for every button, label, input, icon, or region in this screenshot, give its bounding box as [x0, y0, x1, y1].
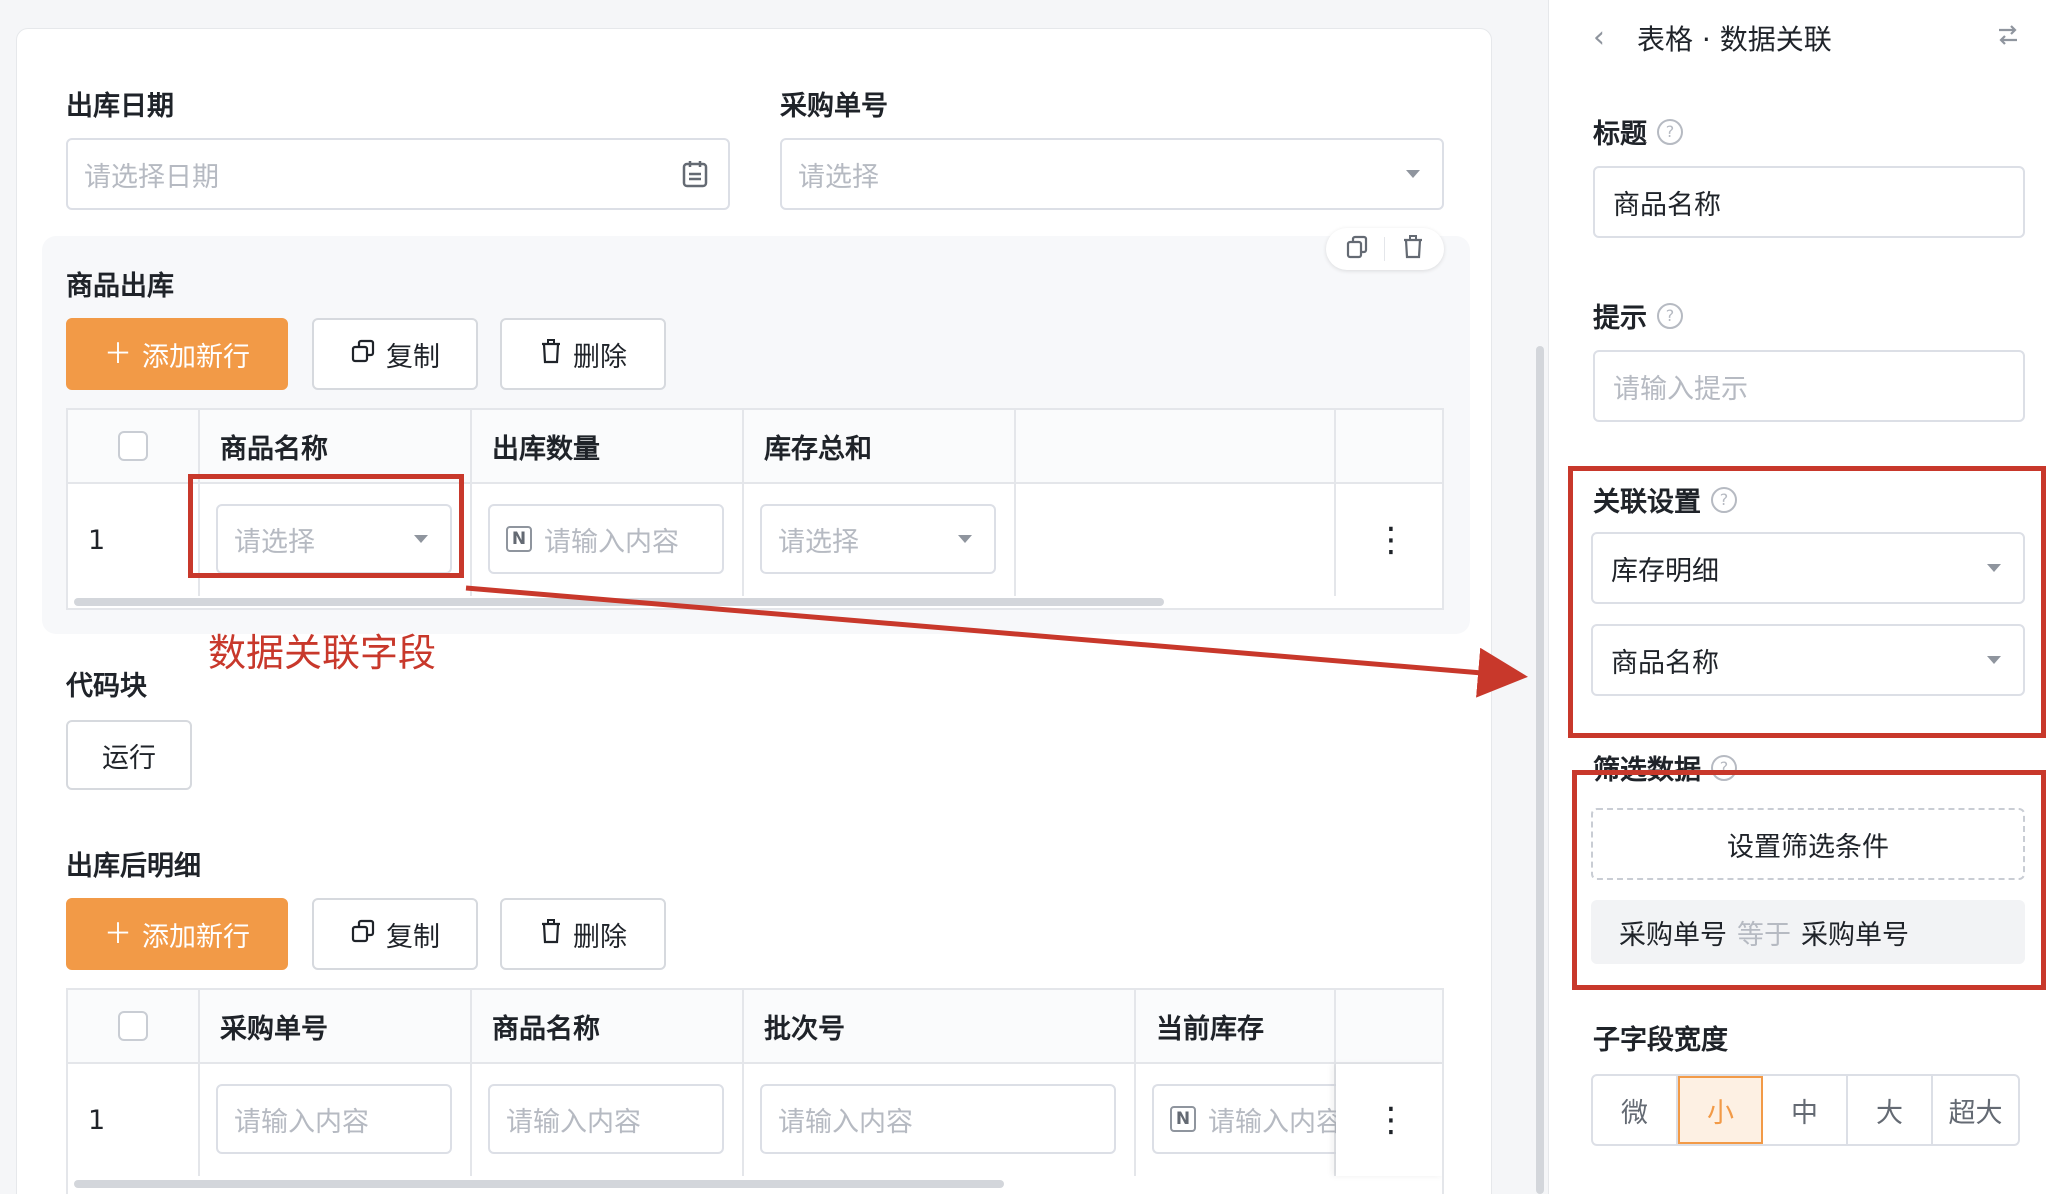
column-header: 采购单号 [200, 990, 472, 1064]
vertical-scrollbar[interactable] [1536, 346, 1544, 1194]
annotation-relation-box [1568, 466, 2046, 738]
help-icon[interactable]: ? [1657, 118, 1683, 145]
delete-row-button[interactable]: 删除 [500, 898, 666, 970]
plus-icon: ＋ [103, 917, 132, 950]
width-option-small[interactable]: 小 [1678, 1076, 1763, 1144]
add-row-button[interactable]: ＋添加新行 [66, 898, 288, 970]
horizontal-scrollbar[interactable] [74, 1180, 1004, 1188]
copy-icon [350, 918, 376, 951]
run-button[interactable]: 运行 [66, 720, 192, 790]
width-option-xlarge[interactable]: 超大 [1933, 1076, 2018, 1144]
column-header: 批次号 [744, 990, 1136, 1064]
number-field-icon: N [1170, 1106, 1196, 1132]
width-option-large[interactable]: 大 [1848, 1076, 1933, 1144]
row-index: 1 [68, 1064, 200, 1176]
back-chevron-icon[interactable]: ‹ [1593, 20, 1605, 55]
subfield-width-segmented: 微 小 中 大 超大 [1591, 1074, 2020, 1146]
trash-icon [539, 918, 563, 951]
width-option-medium[interactable]: 中 [1763, 1076, 1848, 1144]
code-block-label: 代码块 [66, 671, 147, 702]
help-icon[interactable]: ? [1657, 302, 1683, 329]
panel-header: 表格 · 数据关联 [1637, 23, 1832, 56]
po-number-input[interactable]: 请输入内容 [216, 1084, 452, 1154]
title-input[interactable]: 商品名称 [1593, 166, 2025, 238]
title-label: 标题? [1593, 112, 1683, 151]
hint-label: 提示? [1593, 296, 1683, 335]
annotation-filter-box [1572, 770, 2046, 990]
section-title: 出库后明细 [66, 851, 201, 882]
subfield-width-label: 子字段宽度 [1593, 1025, 1728, 1056]
column-header: 当前库存 [1136, 990, 1336, 1064]
batch-number-input[interactable]: 请输入内容 [760, 1084, 1116, 1154]
width-option-tiny[interactable]: 微 [1593, 1076, 1678, 1144]
column-header: 商品名称 [472, 990, 744, 1064]
hint-input[interactable]: 请输入提示 [1593, 350, 2025, 422]
post-out-detail-table: 采购单号 商品名称 批次号 当前库存 1 ⋮ 请输入内容 请输入内容 请输入内容… [66, 988, 1444, 1194]
swap-icon[interactable] [1995, 22, 2021, 52]
current-stock-input[interactable]: N 请输入内容 [1152, 1084, 1336, 1154]
more-vertical-icon[interactable]: ⋮ [1374, 1103, 1408, 1137]
select-all-checkbox[interactable] [118, 1011, 148, 1041]
copy-row-button[interactable]: 复制 [312, 898, 478, 970]
product-name-input[interactable]: 请输入内容 [488, 1084, 724, 1154]
